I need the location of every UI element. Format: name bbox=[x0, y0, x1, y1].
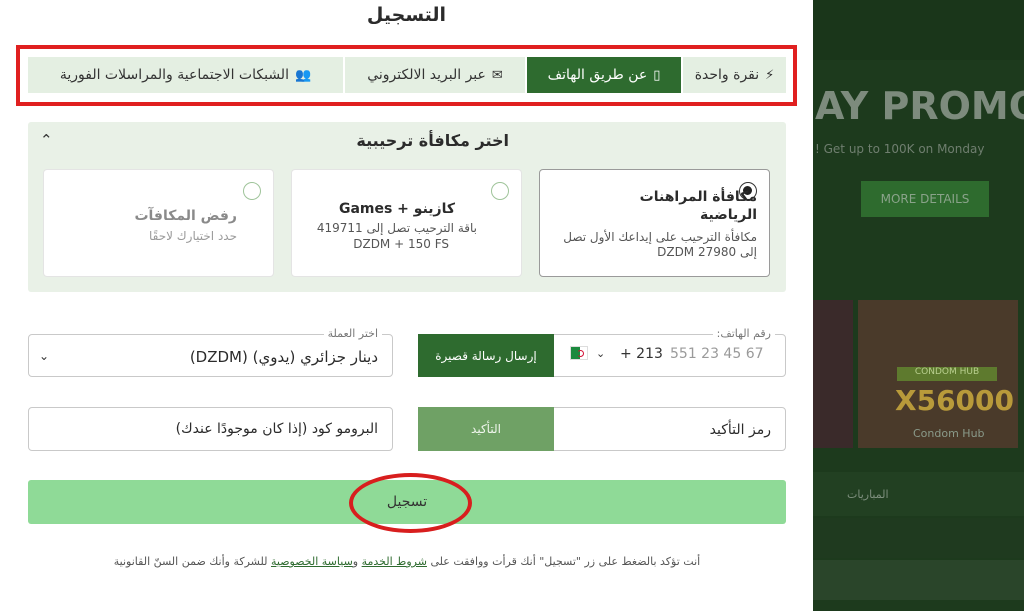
confirmation-code-placeholder: رمز التأكيد bbox=[709, 422, 771, 438]
background-game-caption: Condom Hub bbox=[913, 427, 985, 440]
terms-text: أنت تؤكد بالضغط على زر "تسجيل" أنك قرأت … bbox=[426, 555, 701, 568]
register-highlight-annotation bbox=[349, 473, 472, 533]
promo-code-input[interactable]: البرومو كود (إذا كان موجودًا عندك) bbox=[28, 407, 393, 451]
chevron-down-icon: ⌄ bbox=[39, 349, 50, 363]
phone-country-code: + 213 bbox=[620, 346, 663, 362]
bonus-card-title: مكافأة المراهنات الرياضية bbox=[639, 189, 757, 223]
send-sms-button[interactable]: إرسال رسالة قصيرة bbox=[418, 334, 554, 377]
phone-label: رقم الهاتف: bbox=[712, 327, 775, 340]
tab-social-networks[interactable]: الشبكات الاجتماعية والمراسلات الفورية 👥 bbox=[28, 57, 343, 93]
bonus-card-description: باقة الترحيب تصل إلى 419711 bbox=[316, 221, 477, 235]
terms-of-service-link[interactable]: شروط الخدمة bbox=[362, 555, 427, 568]
currency-value: دينار جزائري (يدوي) (DZDM) bbox=[189, 348, 378, 366]
tab-label: عن طريق الهاتف bbox=[547, 67, 648, 83]
registration-panel: التسجيل نقرة واحدة ⚡ عن طريق الهاتف ▯ عب… bbox=[0, 0, 813, 611]
background-site: AY PROMO ! Get up to 100K on Monday MORE… bbox=[813, 0, 1024, 611]
currency-label: اختر العملة bbox=[323, 327, 382, 340]
tab-one-click[interactable]: نقرة واحدة ⚡ bbox=[683, 57, 786, 93]
tab-label: نقرة واحدة bbox=[694, 67, 760, 83]
terms-text: للشركة وأنك ضمن السنّ القانونية bbox=[113, 555, 271, 568]
background-game-badge: CONDOM HUB bbox=[897, 367, 997, 381]
background-tabs bbox=[813, 472, 1024, 516]
confirm-button[interactable]: التأكيد bbox=[418, 407, 554, 451]
tab-by-phone[interactable]: عن طريق الهاتف ▯ bbox=[527, 57, 681, 93]
lightning-icon: ⚡ bbox=[765, 67, 775, 83]
background-game-value: X56000 bbox=[895, 384, 1014, 417]
tab-label: عبر البريد الالكتروني bbox=[367, 67, 486, 83]
bonus-card-casino[interactable]: كازينو + Games باقة الترحيب تصل إلى 4197… bbox=[291, 169, 522, 277]
phone-icon: ▯ bbox=[653, 67, 661, 83]
background-row bbox=[813, 518, 1024, 558]
background-promo-title: AY PROMO bbox=[815, 84, 1024, 128]
background-tab-matches: المباريات bbox=[847, 488, 889, 501]
privacy-policy-link[interactable]: سياسة الخصوصية bbox=[271, 555, 353, 568]
currency-select[interactable]: اختر العملة دينار جزائري (يدوي) (DZDM) ⌄ bbox=[28, 327, 393, 377]
bonus-card-title: كازينو + Games bbox=[338, 201, 455, 217]
bonus-card-description: حدد اختيارك لاحقًا bbox=[148, 229, 237, 243]
terms-text: و bbox=[352, 555, 362, 568]
bonus-card-title: رفض المكافآت bbox=[134, 208, 237, 224]
algeria-flag-icon[interactable] bbox=[570, 346, 588, 360]
phone-input[interactable]: 551 23 45 67 bbox=[670, 346, 764, 362]
tab-by-email[interactable]: عبر البريد الالكتروني ✉ bbox=[345, 57, 525, 93]
bonus-card-description: مكافأة الترحيب على إيداعك الأول تصل إلى … bbox=[563, 230, 757, 259]
users-icon: 👥 bbox=[294, 67, 312, 83]
background-game-thumbnail bbox=[813, 300, 853, 448]
terms-notice: أنت تؤكد بالضغط على زر "تسجيل" أنك قرأت … bbox=[28, 555, 786, 568]
promo-code-placeholder: البرومو كود (إذا كان موجودًا عندك) bbox=[175, 421, 378, 437]
tab-label: الشبكات الاجتماعية والمراسلات الفورية bbox=[59, 67, 289, 83]
page-title: التسجيل bbox=[366, 4, 447, 26]
background-row bbox=[813, 560, 1024, 600]
background-more-details-button: MORE DETAILS bbox=[861, 181, 989, 217]
chevron-up-icon[interactable]: ⌃ bbox=[40, 131, 53, 149]
bonus-card-description: DZDM + 150 FS bbox=[353, 237, 449, 251]
registration-method-tabs: نقرة واحدة ⚡ عن طريق الهاتف ▯ عبر البريد… bbox=[28, 57, 786, 93]
bonus-card-decline[interactable]: رفض المكافآت حدد اختيارك لاحقًا bbox=[43, 169, 274, 277]
background-header bbox=[813, 0, 1024, 60]
bonus-section-title: اختر مكافأة ترحيبية bbox=[356, 131, 509, 150]
chevron-down-icon[interactable]: ⌄ bbox=[596, 347, 605, 360]
background-promo-subtitle: ! Get up to 100K on Monday bbox=[815, 142, 985, 156]
bonus-card-sports[interactable]: مكافأة المراهنات الرياضية مكافأة الترحيب… bbox=[539, 169, 770, 277]
radio-button[interactable] bbox=[491, 182, 509, 200]
radio-button[interactable] bbox=[243, 182, 261, 200]
envelope-icon: ✉ bbox=[491, 67, 503, 83]
